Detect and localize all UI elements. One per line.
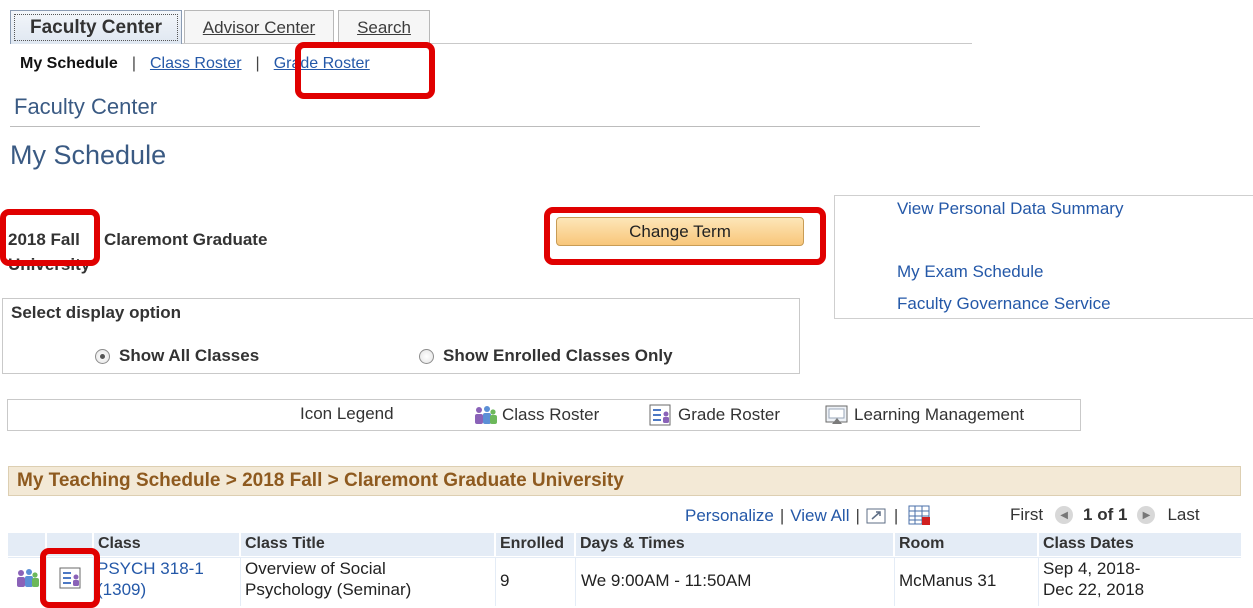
grade-roster-icon — [649, 404, 671, 426]
highlight-grade-roster — [295, 42, 435, 99]
header-divider — [10, 126, 980, 127]
class-title-cell: Overview of Social Psychology (Seminar) — [245, 558, 411, 600]
column-header-enrolled: Enrolled — [496, 533, 575, 556]
toolbar-separator: | — [855, 506, 860, 525]
class-title-cont: Psychology (Seminar) — [245, 580, 412, 599]
class-dates-cell: Sep 4, 2018- Dec 22, 2018 — [1043, 558, 1144, 600]
enrolled-count: 9 — [500, 571, 510, 590]
grid-pager: First ◀ 1 of 1 ▶ Last — [1010, 505, 1200, 525]
days-times: We 9:00AM - 11:50AM — [581, 571, 752, 590]
class-roster-icon — [475, 406, 497, 424]
highlight-change-term — [544, 207, 826, 265]
pager-first[interactable]: First — [1010, 505, 1043, 525]
column-header-room: Room — [895, 533, 1038, 556]
column-header-class-dates: Class Dates — [1039, 533, 1241, 556]
grid-toolbar: Personalize | View All | | — [685, 505, 932, 527]
tab-advisor-center[interactable]: Advisor Center — [184, 10, 334, 44]
next-icon[interactable]: ▶ — [1137, 506, 1156, 524]
view-all-link[interactable]: View All — [790, 506, 849, 526]
page-title: My Schedule — [10, 140, 167, 170]
class-code: PSYCH 318-1 — [97, 559, 204, 578]
legend-item-label: Learning Management — [854, 405, 1025, 424]
legend-item-grade-roster: Grade Roster — [648, 404, 780, 426]
column-header-class: Class — [94, 533, 240, 556]
tab-search[interactable]: Search — [338, 10, 430, 44]
class-end-date: Dec 22, 2018 — [1043, 580, 1145, 599]
option-label: Show Enrolled Classes Only — [443, 346, 673, 365]
tab-label: Search — [357, 17, 411, 37]
legend-item-learning-management: Learning Management — [824, 404, 1024, 426]
pager-range: 1 of 1 — [1083, 505, 1128, 524]
cell-divider — [894, 557, 895, 606]
cell-divider — [1038, 557, 1039, 606]
room: McManus 31 — [899, 571, 997, 590]
class-title: Overview of Social — [245, 559, 386, 578]
radio-unselected-icon[interactable] — [419, 348, 434, 364]
teaching-schedule-title: My Teaching Schedule > 2018 Fall > Clare… — [8, 466, 1241, 496]
highlight-term — [0, 209, 100, 266]
legend-item-label: Grade Roster — [678, 405, 781, 424]
show-all-classes-option[interactable]: Show All Classes — [95, 346, 259, 366]
column-header-class-title: Class Title — [241, 533, 495, 556]
previous-icon[interactable]: ◀ — [1055, 506, 1074, 524]
legend-item-class-roster: Class Roster — [472, 404, 599, 426]
view-personal-data-summary-link[interactable]: View Personal Data Summary — [897, 199, 1123, 219]
highlight-grade-roster-icon — [40, 548, 100, 608]
toolbar-separator: | — [779, 506, 785, 525]
zoom-grid-icon[interactable] — [866, 507, 888, 525]
page-header: Faculty Center — [14, 94, 158, 119]
subnav-separator: | — [255, 55, 260, 72]
focus-outline — [11, 11, 181, 44]
display-option-panel: Select display option Show All Classes S… — [2, 298, 800, 374]
pager-last[interactable]: Last — [1167, 505, 1199, 525]
cell-divider — [575, 557, 576, 606]
legend-item-label: Class Roster — [502, 405, 600, 424]
my-exam-schedule-link[interactable]: My Exam Schedule — [897, 262, 1043, 282]
toolbar-separator: | — [893, 506, 899, 525]
icon-legend: Icon Legend Class Roster Grade Roster Le… — [7, 399, 1081, 431]
display-option-label: Select display option — [11, 303, 182, 322]
subnav-separator: | — [131, 55, 136, 72]
tab-label: Advisor Center — [202, 17, 316, 37]
cell-divider — [495, 557, 496, 606]
cell-divider — [240, 557, 241, 606]
class-roster-icon[interactable] — [14, 567, 40, 589]
table-row — [14, 567, 40, 594]
faculty-governance-service-link[interactable]: Faculty Governance Service — [897, 294, 1111, 314]
show-enrolled-only-option[interactable]: Show Enrolled Classes Only — [419, 346, 673, 366]
class-link[interactable]: PSYCH 318-1 (1309) — [97, 558, 204, 600]
column-header-days-times: Days & Times — [576, 533, 894, 556]
class-number: (1309) — [97, 580, 147, 599]
legend-title: Icon Legend — [300, 404, 394, 423]
personal-links-panel: View Personal Data Summary My Exam Sched… — [834, 195, 1253, 319]
radio-selected-icon[interactable] — [95, 348, 110, 364]
download-spreadsheet-icon[interactable] — [908, 505, 932, 527]
learning-management-icon — [825, 405, 848, 424]
institution-name: Claremont Graduate — [104, 230, 268, 249]
option-label: Show All Classes — [119, 346, 260, 365]
tab-faculty-center[interactable]: Faculty Center — [10, 10, 182, 44]
subnav-my-schedule: My Schedule — [20, 55, 118, 72]
subnav-class-roster-link[interactable]: Class Roster — [150, 55, 242, 73]
class-start-date: Sep 4, 2018- — [1043, 559, 1141, 578]
personalize-link[interactable]: Personalize — [685, 506, 774, 526]
